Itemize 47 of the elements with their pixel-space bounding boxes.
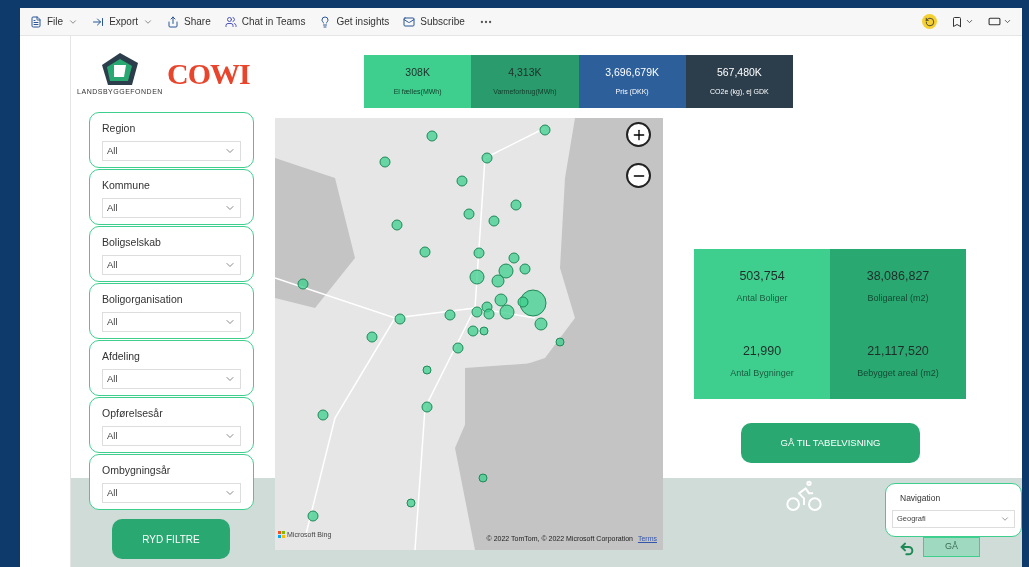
toolbar-button[interactable]: Export [92, 14, 154, 29]
toolbar-button[interactable]: Subscribe [403, 14, 465, 29]
arrow-right-icon [92, 15, 105, 28]
kpi-value: 4,313K [508, 65, 542, 81]
people-icon [224, 15, 237, 28]
document-icon [30, 15, 42, 28]
reset-icon[interactable] [922, 14, 937, 29]
kpi-value: 567,480K [716, 65, 762, 81]
kpi-value: 503,754 [739, 268, 785, 286]
lightbulb-icon [319, 15, 332, 28]
filter-label: Afdeling [102, 349, 141, 364]
dropdown[interactable]: All [102, 197, 241, 218]
share-icon [167, 15, 180, 28]
dropdown[interactable]: All [102, 254, 241, 275]
bookmark-icon[interactable] [951, 15, 974, 28]
kpi-label: Antal Bygninger [730, 367, 794, 381]
toolbar-button[interactable]: Chat in Teams [224, 14, 306, 29]
go-button[interactable]: GÅ [923, 537, 980, 557]
toolbar-button[interactable]: File [30, 14, 79, 29]
dropdown[interactable]: All [102, 425, 241, 446]
kpi-label: Bebygget areal (m2) [857, 367, 939, 381]
dropdown[interactable]: All [102, 482, 241, 503]
filter-label: Opførelsesår [102, 406, 164, 421]
back-arrow-icon[interactable] [899, 541, 915, 557]
mail-icon [403, 15, 416, 28]
filter-label: Boligselskab [102, 235, 162, 250]
windows-logo-icon [278, 531, 285, 539]
logo-icon [100, 50, 140, 87]
filter-label: Region [102, 121, 137, 136]
navigation-label: Navigation [900, 492, 942, 505]
filter-label: Kommune [102, 178, 151, 193]
dropdown[interactable]: All [102, 311, 241, 332]
filter-label: Boligorganisation [102, 292, 184, 307]
kpi-value: 38,086,827 [866, 268, 930, 286]
kpi-label: Antal Boliger [736, 292, 788, 306]
kpi-value: 308K [405, 65, 430, 81]
kpi-value: 21,117,520 [867, 343, 929, 361]
toolbar-button[interactable]: Get insights [319, 14, 390, 29]
logo-text: COWI [167, 59, 250, 89]
toolbar-button[interactable]: Share [167, 14, 211, 29]
dropdown[interactable]: All [102, 368, 241, 389]
kpi-value: 21,990 [742, 343, 782, 361]
dropdown[interactable]: All [102, 140, 241, 161]
window-icon[interactable] [988, 15, 1012, 28]
filter-label: Ombygningsår [102, 463, 172, 478]
kpi-label: Boligareal (m2) [867, 292, 929, 306]
kpi-value: 3,696,679K [605, 65, 659, 81]
